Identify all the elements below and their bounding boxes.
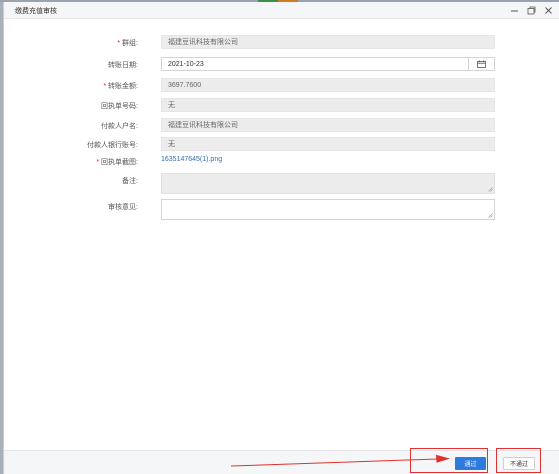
annotation-arrow-icon	[230, 454, 450, 467]
review-dialog: 缴费充值审核 *群组: 福建豆讯科技有限公司 转账日期: 2021-10-23	[3, 2, 559, 474]
